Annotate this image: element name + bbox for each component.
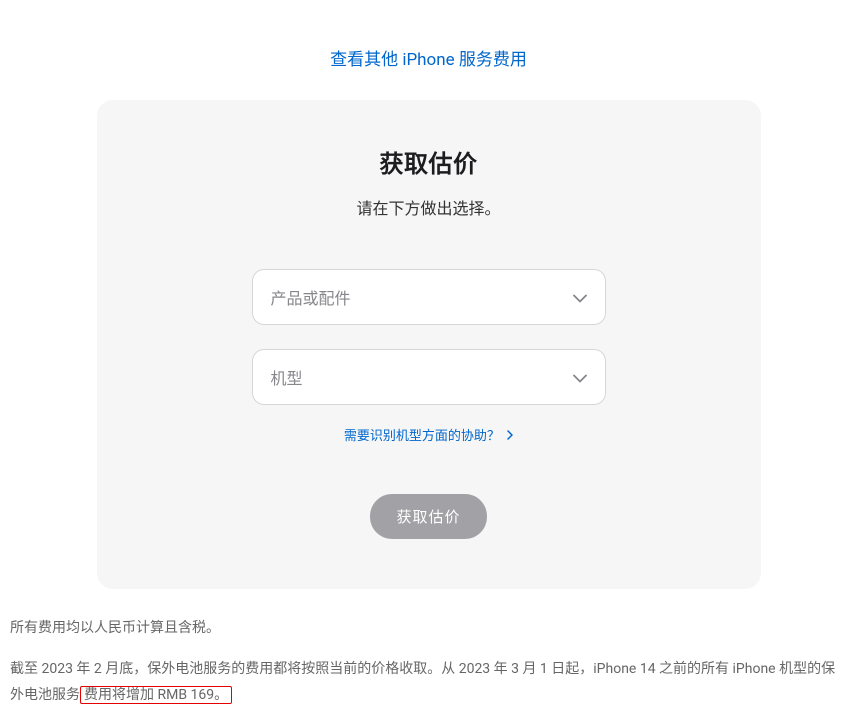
- top-link-row: 查看其他 iPhone 服务费用: [0, 0, 857, 100]
- card-subtitle: 请在下方做出选择。: [137, 195, 721, 219]
- footer-line-1: 所有费用均以人民币计算且含税。: [10, 615, 847, 642]
- estimate-card: 获取估价 请在下方做出选择。 产品或配件 机型 需要识别机型方面的协助？: [97, 100, 761, 589]
- submit-row: 获取估价: [137, 494, 721, 539]
- product-select-wrapper: 产品或配件: [252, 269, 606, 325]
- chevron-right-icon: [507, 429, 513, 444]
- help-link-label: 需要识别机型方面的协助？: [344, 429, 500, 444]
- help-link-row: 需要识别机型方面的协助？: [137, 425, 721, 444]
- model-select-placeholder: 机型: [271, 365, 303, 389]
- product-select[interactable]: 产品或配件: [252, 269, 606, 325]
- model-select-wrapper: 机型: [252, 349, 606, 405]
- chevron-down-icon: [573, 368, 587, 387]
- get-estimate-button[interactable]: 获取估价: [370, 494, 486, 539]
- footer-notes: 所有费用均以人民币计算且含税。 截至 2023 年 2 月底，保外电池服务的费用…: [0, 589, 857, 709]
- product-select-placeholder: 产品或配件: [271, 285, 351, 309]
- footer-line-2: 截至 2023 年 2 月底，保外电池服务的费用都将按照当前的价格收取。从 20…: [10, 656, 847, 709]
- identify-model-help-link[interactable]: 需要识别机型方面的协助？: [344, 429, 513, 444]
- card-title: 获取估价: [137, 144, 721, 179]
- model-select[interactable]: 机型: [252, 349, 606, 405]
- chevron-down-icon: [573, 288, 587, 307]
- price-increase-highlight: 费用将增加 RMB 169。: [80, 686, 232, 704]
- other-services-link[interactable]: 查看其他 iPhone 服务费用: [330, 50, 527, 70]
